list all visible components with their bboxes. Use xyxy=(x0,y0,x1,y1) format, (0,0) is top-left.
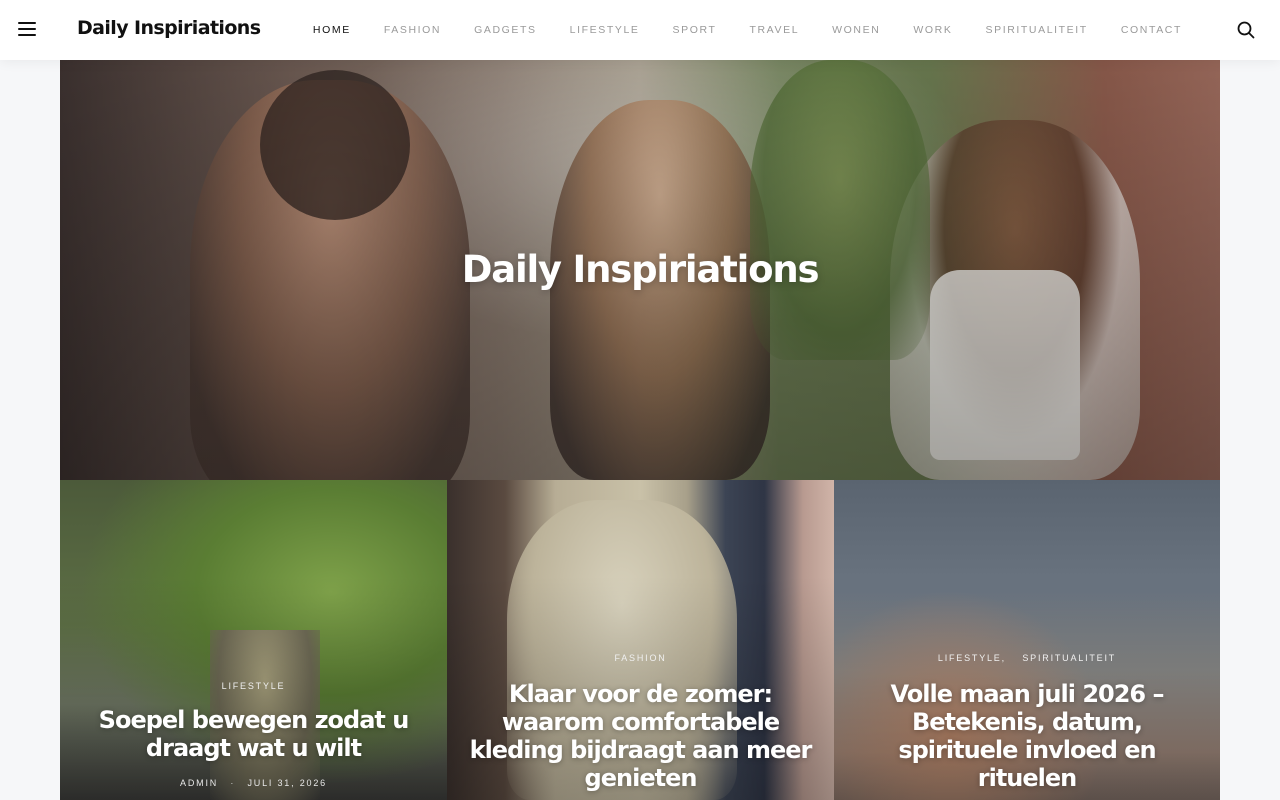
post-content: FASHION Klaar voor de zomer: waarom comf… xyxy=(467,648,814,792)
post-categories: LIFESTYLE xyxy=(80,676,427,694)
nav-spiritualiteit[interactable]: SPIRITUALITEIT xyxy=(985,24,1087,36)
post-date: JULI 31, 2026 xyxy=(247,778,327,788)
hero-banner: Daily Inspiriations xyxy=(60,60,1220,480)
post-card[interactable]: LIFESTYLE, SPIRITUALITEIT Volle maan jul… xyxy=(834,480,1220,800)
post-category-link[interactable]: LIFESTYLE, xyxy=(938,653,1006,663)
nav-wonen[interactable]: WONEN xyxy=(832,24,880,36)
featured-posts: LIFESTYLE Soepel bewegen zodat u draagt … xyxy=(60,480,1220,800)
main-nav: HOME FASHION GADGETS LIFESTYLE SPORT TRA… xyxy=(280,0,1182,60)
post-author[interactable]: ADMIN xyxy=(180,778,218,788)
post-category-link[interactable]: FASHION xyxy=(614,653,666,663)
nav-sport[interactable]: SPORT xyxy=(673,24,717,36)
post-title[interactable]: Klaar voor de zomer: waarom comfortabele… xyxy=(467,680,814,792)
nav-fashion[interactable]: FASHION xyxy=(384,24,441,36)
nav-gadgets[interactable]: GADGETS xyxy=(474,24,537,36)
post-meta: ADMIN · JULI 31, 2026 xyxy=(80,778,427,788)
hamburger-menu-icon[interactable] xyxy=(18,22,36,38)
meta-separator: · xyxy=(230,778,236,788)
post-title[interactable]: Soepel bewegen zodat u draagt wat u wilt xyxy=(80,706,427,762)
post-content: LIFESTYLE, SPIRITUALITEIT Volle maan jul… xyxy=(854,648,1200,792)
post-title[interactable]: Volle maan juli 2026 – Betekenis, datum,… xyxy=(854,680,1200,792)
nav-home[interactable]: HOME xyxy=(313,24,351,36)
post-category-link[interactable]: LIFESTYLE xyxy=(222,681,286,691)
post-card[interactable]: FASHION Klaar voor de zomer: waarom comf… xyxy=(447,480,834,800)
nav-contact[interactable]: CONTACT xyxy=(1121,24,1182,36)
post-content: LIFESTYLE Soepel bewegen zodat u draagt … xyxy=(80,676,427,788)
post-categories: LIFESTYLE, SPIRITUALITEIT xyxy=(854,648,1200,666)
post-categories: FASHION xyxy=(467,648,814,666)
site-header: Daily Inspiriations HOME FASHION GADGETS… xyxy=(0,0,1280,60)
site-brand[interactable]: Daily Inspiriations xyxy=(77,17,261,39)
nav-travel[interactable]: TRAVEL xyxy=(749,24,799,36)
nav-lifestyle[interactable]: LIFESTYLE xyxy=(570,24,640,36)
hero-title: Daily Inspiriations xyxy=(461,248,820,291)
post-category-link[interactable]: SPIRITUALITEIT xyxy=(1022,653,1116,663)
search-icon[interactable] xyxy=(1237,21,1255,39)
nav-work[interactable]: WORK xyxy=(913,24,952,36)
post-card[interactable]: LIFESTYLE Soepel bewegen zodat u draagt … xyxy=(60,480,447,800)
